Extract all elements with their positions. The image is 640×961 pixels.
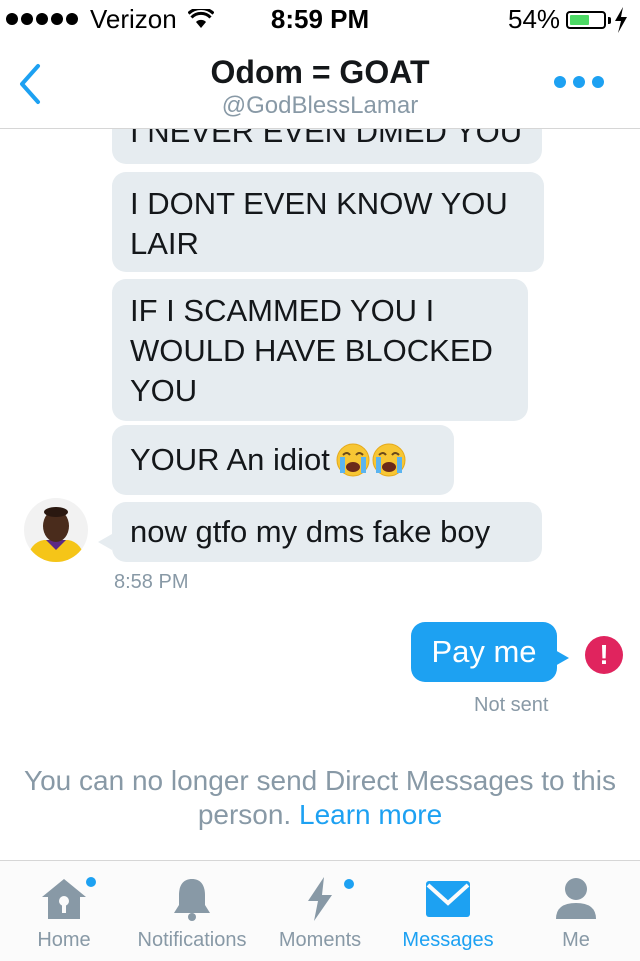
incoming-message[interactable]: IF I SCAMMED YOU I WOULD HAVE BLOCKED YO…: [112, 279, 528, 421]
conversation-title: Odom = GOAT: [210, 54, 430, 90]
notification-badge: [84, 875, 98, 889]
notification-badge: [342, 877, 356, 891]
tab-messages[interactable]: Messages: [384, 861, 512, 961]
tab-moments[interactable]: Moments: [256, 861, 384, 961]
dm-restriction-notice: You can no longer send Direct Messages t…: [20, 764, 620, 832]
home-icon: [42, 879, 86, 919]
message-thread[interactable]: I NEVER EVEN DMED YOU I DONT EVEN KNOW Y…: [0, 128, 640, 860]
battery-tip: [608, 17, 611, 24]
tab-bar: Home Notifications Moments Messages Me: [0, 860, 640, 961]
conversation-handle: @GodBlessLamar: [221, 92, 419, 119]
incoming-message[interactable]: YOUR An idiot: [112, 425, 454, 495]
tab-me[interactable]: Me: [512, 861, 640, 961]
crying-face-emoji-icon: [336, 443, 370, 477]
incoming-message[interactable]: I DONT EVEN KNOW YOU LAIR: [112, 172, 544, 272]
outgoing-message[interactable]: Pay me: [411, 622, 557, 682]
conversation-header: Odom = GOAT @GodBlessLamar: [0, 40, 640, 129]
charging-bolt-icon: [615, 7, 627, 33]
tab-label: Moments: [278, 929, 362, 951]
battery-level: [570, 15, 590, 25]
bubble-tail: [98, 534, 112, 550]
learn-more-link[interactable]: Learn more: [299, 799, 442, 830]
envelope-icon: [426, 881, 470, 917]
bell-icon: [174, 879, 210, 921]
battery-icon: [566, 11, 606, 29]
crying-face-emoji-icon: [372, 443, 406, 477]
tab-label: Messages: [402, 929, 494, 951]
error-alert-icon[interactable]: !: [585, 636, 623, 674]
delivery-status: Not sent: [474, 694, 549, 716]
bubble-tail: [555, 650, 569, 666]
tab-home[interactable]: Home: [0, 861, 128, 961]
more-dots-icon[interactable]: [554, 76, 604, 88]
tab-label: Notifications: [137, 929, 247, 951]
tab-notifications[interactable]: Notifications: [128, 861, 256, 961]
tab-label: Home: [37, 929, 91, 951]
message-text: YOUR An idiot: [130, 442, 330, 477]
tab-label: Me: [562, 929, 590, 951]
incoming-message[interactable]: now gtfo my dms fake boy: [112, 502, 542, 562]
message-timestamp: 8:58 PM: [114, 571, 189, 593]
person-icon: [556, 878, 596, 919]
avatar[interactable]: [24, 498, 88, 562]
status-bar: Verizon 8:59 PM 54%: [0, 0, 640, 40]
lightning-icon: [308, 877, 332, 921]
battery-percent: 54%: [508, 4, 561, 34]
incoming-message[interactable]: I NEVER EVEN DMED YOU: [112, 128, 542, 164]
